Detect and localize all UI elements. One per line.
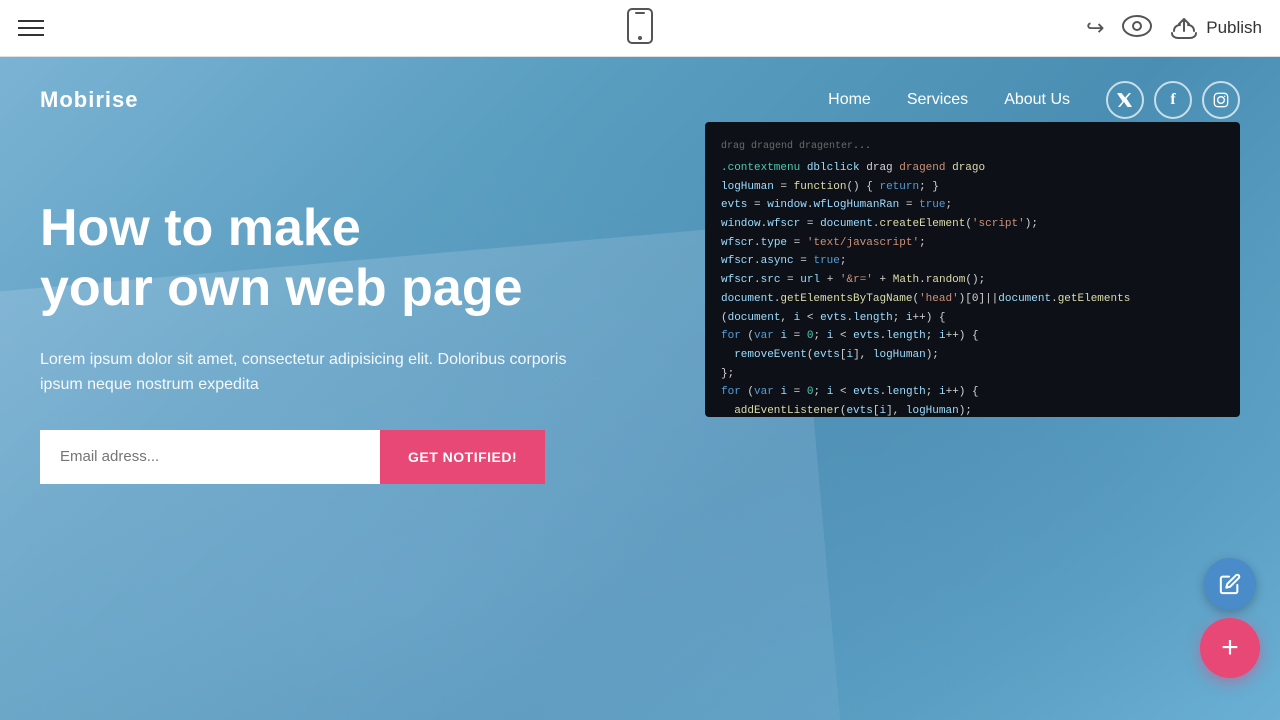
brand-logo: Mobirise (40, 87, 138, 113)
toolbar-center (626, 7, 654, 50)
email-input[interactable] (40, 430, 380, 484)
facebook-icon[interactable]: f (1154, 81, 1192, 119)
toolbar: ↩ Publish (0, 0, 1280, 57)
hamburger-menu-button[interactable] (18, 20, 44, 36)
publish-label: Publish (1206, 18, 1262, 38)
fab-edit-button[interactable] (1204, 558, 1256, 610)
publish-button[interactable]: Publish (1170, 17, 1262, 39)
toolbar-right: ↩ Publish (1086, 15, 1262, 42)
main-area: Mobirise Home Services About Us f (0, 57, 1280, 720)
nav-services[interactable]: Services (907, 91, 968, 109)
instagram-icon[interactable] (1202, 81, 1240, 119)
nav-home[interactable]: Home (828, 91, 871, 109)
hero-title: How to make your own web page (40, 199, 600, 319)
undo-button[interactable]: ↩ (1086, 15, 1104, 41)
code-display: drag dragend dragenter... .contextmenu d… (705, 122, 1240, 417)
email-form: GET NOTIFIED! (40, 430, 600, 484)
preview-button[interactable] (1122, 15, 1152, 42)
twitter-icon[interactable] (1106, 81, 1144, 119)
mobile-preview-button[interactable] (626, 7, 654, 50)
notify-button[interactable]: GET NOTIFIED! (380, 430, 545, 484)
hero-content: How to make your own web page Lorem ipsu… (0, 139, 640, 484)
nav-links: Home Services About Us f (828, 81, 1240, 119)
social-icons: f (1106, 81, 1240, 119)
fab-add-button[interactable]: + (1200, 618, 1260, 678)
nav-about[interactable]: About Us (1004, 91, 1070, 109)
toolbar-left (18, 20, 44, 36)
hero-description: Lorem ipsum dolor sit amet, consectetur … (40, 347, 580, 398)
code-image: drag dragend dragenter... .contextmenu d… (705, 122, 1240, 417)
